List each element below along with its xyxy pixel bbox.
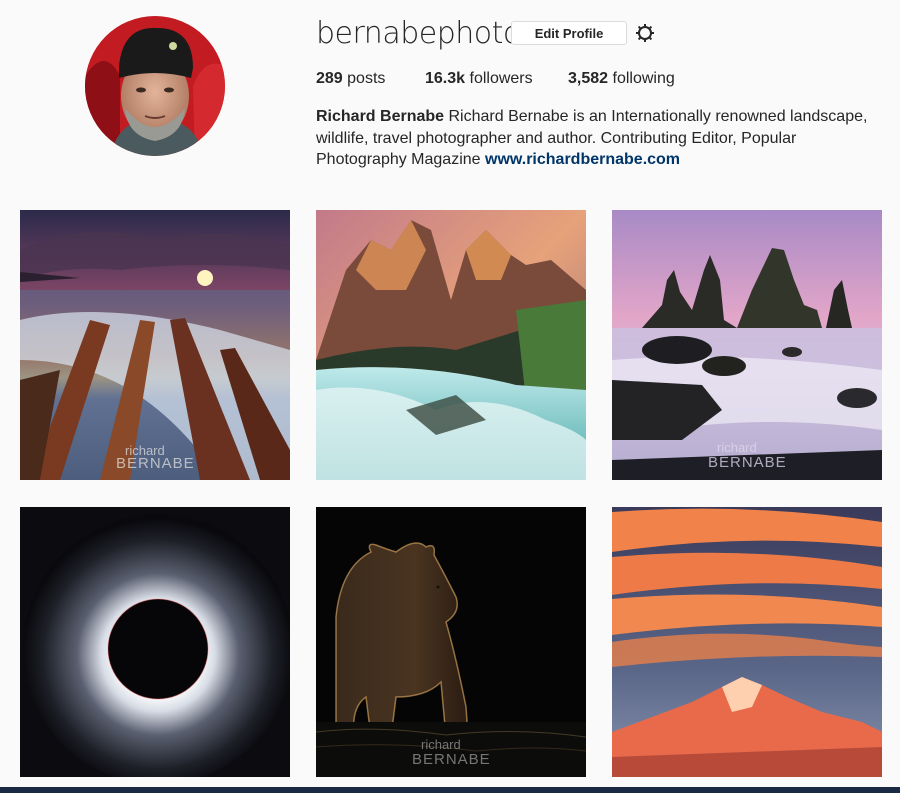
posts-count: 289 posts bbox=[316, 70, 385, 88]
followers-count-label: followers bbox=[469, 70, 533, 87]
post-thumbnail-sunset-coast[interactable]: richard BERNABE bbox=[20, 210, 290, 480]
bio-website-link[interactable]: www.richardbernabe.com bbox=[485, 151, 680, 168]
post-thumbnail-bear-silhouette[interactable]: richard BERNABE bbox=[316, 507, 586, 777]
watermark-line2: BERNABE bbox=[708, 454, 787, 471]
posts-count-value: 289 bbox=[316, 70, 343, 87]
watermark-line2: BERNABE bbox=[116, 455, 195, 472]
bio-full-name: Richard Bernabe bbox=[316, 108, 445, 125]
watermark-line1: richard bbox=[717, 440, 757, 455]
watermark-line2: BERNABE bbox=[412, 751, 491, 768]
following-count-value: 3,582 bbox=[568, 70, 609, 87]
followers-count[interactable]: 16.3k followers bbox=[425, 70, 533, 88]
post-thumbnail-lenticular-clouds[interactable] bbox=[612, 507, 882, 777]
gear-icon[interactable] bbox=[634, 22, 656, 44]
post-thumbnail-solar-eclipse[interactable] bbox=[20, 507, 290, 777]
post-thumbnail-mountain-waterfall[interactable] bbox=[316, 210, 586, 480]
following-count-label: following bbox=[612, 70, 675, 87]
profile-bio: Richard Bernabe Richard Bernabe is an In… bbox=[316, 106, 876, 171]
watermark-line1: richard bbox=[421, 737, 461, 752]
following-count[interactable]: 3,582 following bbox=[568, 70, 675, 88]
edit-profile-button[interactable]: Edit Profile bbox=[511, 21, 627, 45]
profile-username: bernabephoto bbox=[316, 16, 521, 51]
followers-count-value: 16.3k bbox=[425, 70, 466, 87]
post-thumbnail-sea-stacks[interactable]: richard BERNABE bbox=[612, 210, 882, 480]
bottom-bar bbox=[0, 787, 900, 793]
posts-count-label: posts bbox=[347, 70, 386, 87]
profile-avatar[interactable] bbox=[85, 16, 225, 156]
